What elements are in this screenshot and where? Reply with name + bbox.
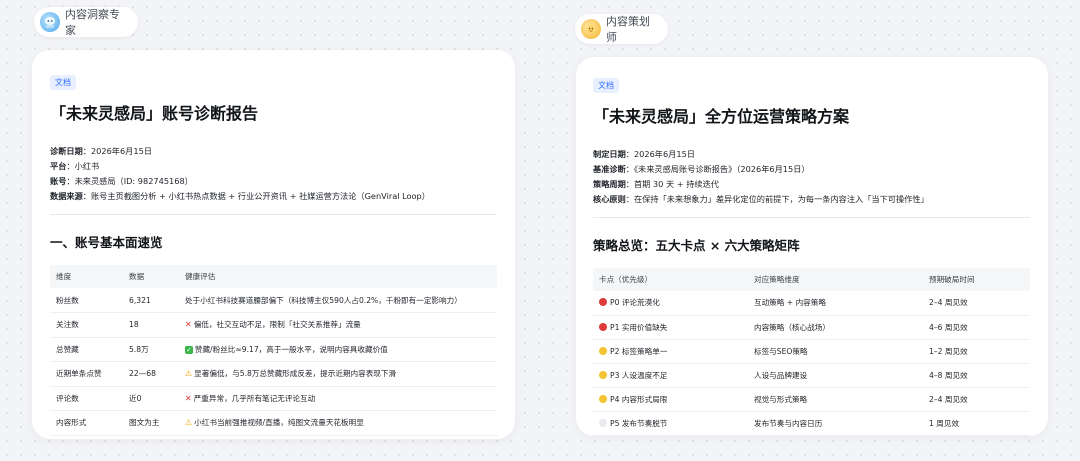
table-row: P1 实用价值缺失 内容策略（核心战场） 4–6 周见效 bbox=[593, 315, 1030, 340]
meta-row: 诊断日期：2026年6月15日 bbox=[50, 146, 152, 156]
cell-evaluation: ✕ 偏低，社交互动不足，限制「社交关系推荐」流量 bbox=[179, 312, 497, 338]
cell-blocker: P1 实用价值缺失 bbox=[593, 315, 748, 340]
cell-dimension: 关注数 bbox=[50, 312, 123, 338]
cell-blocker: P5 发布节奏脱节 bbox=[593, 411, 748, 436]
cell-timeline: 1 周见效 bbox=[923, 411, 1030, 436]
warning-icon: ⚠ bbox=[185, 369, 193, 379]
meta-row: 核心原则：在保持「未来想象力」差异化定位的前提下，为每一条内容注入「当下可操作性… bbox=[593, 194, 929, 204]
cell-timeline: 4–6 周见效 bbox=[923, 315, 1030, 340]
cell-data: 图文为主 bbox=[123, 410, 179, 436]
table-header-row: 卡点（优先级） 对应策略维度 预期破局时间 bbox=[593, 268, 1030, 291]
cell-timeline: 2–4 周见效 bbox=[923, 291, 1030, 316]
meta-row: 平台：小红书 bbox=[50, 161, 100, 171]
table-row: 总赞藏 5.8万 ✓ 赞藏/粉丝比≈9.17，高于一般水平，说明内容具收藏价值 bbox=[50, 337, 497, 362]
doc-title: 「未来灵感局」账号诊断报告 bbox=[50, 104, 259, 123]
warning-icon: ⚠ bbox=[185, 418, 193, 428]
cell-data: 近0 bbox=[123, 386, 179, 411]
cell-evaluation: ✓ 赞藏/粉丝比≈9.17，高于一般水平，说明内容具收藏价值 bbox=[179, 337, 497, 362]
column-header: 预期破局时间 bbox=[923, 268, 1030, 291]
cell-strategy: 互动策略 + 内容策略 bbox=[748, 291, 923, 316]
cell-data: 5.8万 bbox=[123, 337, 179, 362]
priority-dot-icon bbox=[599, 322, 607, 331]
cell-blocker: P0 评论荒漠化 bbox=[593, 291, 748, 316]
cell-dimension: 总赞藏 bbox=[50, 337, 123, 362]
table-row: P4 内容形式局限 视觉与形式策略 2–4 周见效 bbox=[593, 387, 1030, 412]
sun-avatar-icon bbox=[581, 19, 601, 39]
divider bbox=[50, 214, 497, 215]
column-header: 健康评估 bbox=[179, 265, 497, 288]
meta-row: 数据来源：账号主页截图分析 + 小红书热点数据 + 行业公开资讯 + 社媒运营方… bbox=[50, 191, 430, 201]
table-row: 评论数 近0 ✕ 严重异常，几乎所有笔记无评论互动 bbox=[50, 386, 497, 411]
cell-strategy: 内容策略（核心战场） bbox=[748, 315, 923, 340]
cell-data: 22—68 bbox=[123, 361, 179, 387]
doc-title: 「未来灵感局」全方位运营策略方案 bbox=[593, 107, 850, 126]
meta-row: 账号：未来灵感局（ID: 982745168） bbox=[50, 176, 193, 186]
cell-timeline: 2–4 周见效 bbox=[923, 387, 1030, 412]
cross-mark-icon: ✕ bbox=[185, 393, 192, 403]
agent-pill-content-insight[interactable]: 内容洞察专家 bbox=[34, 7, 138, 37]
doc-meta: 制定日期：2026年6月15日 基准诊断：《未来灵感局账号诊断报告》（2026年… bbox=[593, 147, 1030, 207]
table-row: P2 标签策略单一 标签与SEO策略 1–2 周见效 bbox=[593, 339, 1030, 364]
section-title: 策略总览：五大卡点 × 六大策略矩阵 bbox=[593, 238, 800, 253]
cell-blocker: P4 内容形式局限 bbox=[593, 387, 748, 412]
table-row: 内容形式 图文为主 ⚠ 小红书当前强推视频/直播，纯图文流量天花板明显 bbox=[50, 410, 497, 436]
account-overview-table: 维度 数据 健康评估 粉丝数 6,321 处于小红书科技赛道腰部偏下（科技博主仅59… bbox=[50, 265, 497, 436]
cell-strategy: 标签与SEO策略 bbox=[748, 339, 923, 364]
cell-timeline: 4–8 周见效 bbox=[923, 363, 1030, 388]
strategy-matrix-table: 卡点（优先级） 对应策略维度 预期破局时间 P0 评论荒漠化 互动策略 + 内容策… bbox=[593, 268, 1030, 436]
cross-mark-icon: ✕ bbox=[185, 320, 192, 330]
cell-timeline: 1–2 周见效 bbox=[923, 339, 1030, 364]
cell-dimension: 评论数 bbox=[50, 386, 123, 411]
cell-data: 6,321 bbox=[123, 288, 179, 313]
agent-name: 内容洞察专家 bbox=[65, 8, 120, 37]
cell-blocker: P2 标签策略单一 bbox=[593, 339, 748, 364]
cell-data: 18 bbox=[123, 312, 179, 338]
section-title: 一、账号基本面速览 bbox=[50, 235, 163, 250]
table-row: P3 人设温度不足 人设与品牌建设 4–8 周见效 bbox=[593, 363, 1030, 388]
meta-row: 策略周期：首期 30 天 + 持续迭代 bbox=[593, 179, 719, 189]
doc-meta: 诊断日期：2026年6月15日 平台：小红书 账号：未来灵感局（ID: 9827… bbox=[50, 144, 497, 204]
meta-row: 制定日期：2026年6月15日 bbox=[593, 149, 695, 159]
cell-dimension: 内容形式 bbox=[50, 410, 123, 436]
cell-evaluation: 处于小红书科技赛道腰部偏下（科技博主仅590人占0.2%，千粉即有一定影响力） bbox=[179, 288, 497, 313]
column-header: 卡点（优先级） bbox=[593, 268, 748, 291]
priority-dot-icon bbox=[599, 370, 607, 379]
column-header: 数据 bbox=[123, 265, 179, 288]
agent-pill-content-planner[interactable]: 内容策划师 bbox=[575, 14, 668, 44]
priority-dot-icon bbox=[599, 346, 607, 355]
column-header: 维度 bbox=[50, 265, 123, 288]
cell-blocker: P3 人设温度不足 bbox=[593, 363, 748, 388]
cell-strategy: 发布节奏与内容日历 bbox=[748, 411, 923, 436]
priority-dot-icon bbox=[599, 394, 607, 403]
agent-name: 内容策划师 bbox=[606, 15, 650, 44]
table-row: P5 发布节奏脱节 发布节奏与内容日历 1 周见效 bbox=[593, 411, 1030, 436]
cell-evaluation: ✕ 严重异常，几乎所有笔记无评论互动 bbox=[179, 386, 497, 411]
jellyfish-avatar-icon bbox=[40, 12, 60, 32]
table-row: 粉丝数 6,321 处于小红书科技赛道腰部偏下（科技博主仅590人占0.2%，千粉即… bbox=[50, 288, 497, 313]
column-header: 对应策略维度 bbox=[748, 268, 923, 291]
cell-dimension: 近期单条点赞 bbox=[50, 361, 123, 387]
doc-tag: 文档 bbox=[50, 75, 76, 90]
cell-evaluation: ⚠ 小红书当前强推视频/直播，纯图文流量天花板明显 bbox=[179, 410, 497, 436]
check-mark-icon: ✓ bbox=[185, 345, 193, 354]
cell-strategy: 人设与品牌建设 bbox=[748, 363, 923, 388]
divider bbox=[593, 217, 1030, 218]
cell-strategy: 视觉与形式策略 bbox=[748, 387, 923, 412]
priority-dot-icon bbox=[599, 418, 607, 427]
cell-evaluation: ⚠ 显著偏低，与5.8万总赞藏形成反差，提示近期内容表现下滑 bbox=[179, 361, 497, 387]
meta-row: 基准诊断：《未来灵感局账号诊断报告》（2026年6月15日） bbox=[593, 164, 810, 174]
table-row: P0 评论荒漠化 互动策略 + 内容策略 2–4 周见效 bbox=[593, 291, 1030, 316]
cell-dimension: 粉丝数 bbox=[50, 288, 123, 313]
diagnosis-report-card[interactable]: 文档 「未来灵感局」账号诊断报告 诊断日期：2026年6月15日 平台：小红书 … bbox=[32, 50, 515, 439]
table-row: 关注数 18 ✕ 偏低，社交互动不足，限制「社交关系推荐」流量 bbox=[50, 312, 497, 338]
strategy-plan-card[interactable]: 文档 「未来灵感局」全方位运营策略方案 制定日期：2026年6月15日 基准诊断… bbox=[576, 57, 1048, 436]
doc-tag: 文档 bbox=[593, 78, 619, 93]
table-header-row: 维度 数据 健康评估 bbox=[50, 265, 497, 288]
table-row: 近期单条点赞 22—68 ⚠ 显著偏低，与5.8万总赞藏形成反差，提示近期内容表现下滑 bbox=[50, 361, 497, 387]
priority-dot-icon bbox=[599, 298, 607, 307]
